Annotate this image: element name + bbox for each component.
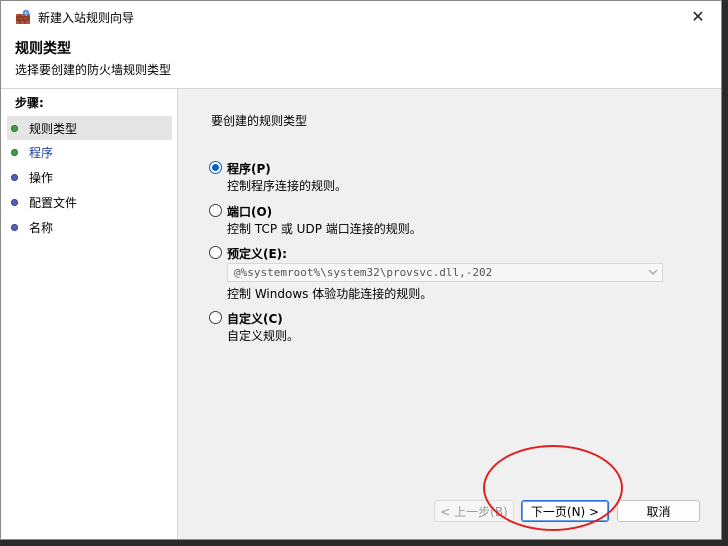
option-description: 控制程序连接的规则。	[227, 179, 348, 193]
step-complete-dot-icon	[11, 124, 18, 132]
next-button[interactable]: 下一页(N) >	[521, 500, 609, 522]
sidebar-item-label: 程序	[29, 145, 54, 160]
page-subtitle: 选择要创建的防火墙规则类型	[15, 63, 172, 77]
sidebar-item-program[interactable]: 程序	[7, 140, 172, 164]
page-title: 规则类型	[15, 41, 71, 57]
sidebar-item-name[interactable]: 名称	[7, 215, 172, 239]
program-radio[interactable]	[209, 161, 222, 174]
wizard-header: 规则类型 选择要创建的防火墙规则类型	[1, 33, 721, 89]
option-description: 控制 TCP 或 UDP 端口连接的规则。	[227, 222, 422, 236]
option-label[interactable]: 自定义(C)	[227, 310, 283, 327]
option-description: 控制 Windows 体验功能连接的规则。	[227, 287, 433, 301]
sidebar-item-label: 配置文件	[29, 195, 78, 210]
wizard-content: 要创建的规则类型 程序(P) 控制程序连接的规则。 端口(O) 控制 TCP 或…	[177, 89, 721, 539]
select-value: @%systemroot%\system32\provsvc.dll,-202	[234, 266, 493, 279]
wizard-window: 新建入站规则向导 ✕ 规则类型 选择要创建的防火墙规则类型 步骤: 规则类型 程…	[0, 0, 722, 540]
step-complete-dot-icon	[11, 148, 18, 156]
option-label[interactable]: 预定义(E):	[227, 245, 287, 262]
predefined-radio[interactable]	[209, 246, 222, 259]
rule-type-question: 要创建的规则类型	[211, 114, 308, 128]
sidebar-item-label: 操作	[29, 170, 54, 185]
step-pending-dot-icon	[11, 198, 18, 206]
back-button[interactable]: < 上一步(B)	[434, 500, 514, 522]
predefined-rule-select[interactable]: @%systemroot%\system32\provsvc.dll,-202	[227, 263, 663, 282]
sidebar-item-label: 名称	[29, 220, 54, 235]
step-pending-dot-icon	[11, 223, 18, 231]
step-pending-dot-icon	[11, 173, 18, 181]
option-label[interactable]: 端口(O)	[227, 203, 272, 220]
firewall-wall-icon	[15, 9, 31, 25]
sidebar-item-profile[interactable]: 配置文件	[7, 190, 172, 214]
cancel-button[interactable]: 取消	[617, 500, 700, 522]
sidebar-item-action[interactable]: 操作	[7, 165, 172, 189]
custom-radio[interactable]	[209, 311, 222, 324]
title-bar[interactable]: 新建入站规则向导 ✕	[1, 1, 721, 33]
option-label[interactable]: 程序(P)	[227, 160, 271, 177]
chevron-down-icon	[648, 265, 658, 282]
steps-sidebar: 步骤: 规则类型 程序 操作 配置文件 名称	[1, 89, 178, 539]
sidebar-item-rule-type[interactable]: 规则类型	[7, 116, 172, 140]
close-button[interactable]: ✕	[675, 1, 721, 31]
steps-heading: 步骤:	[15, 96, 44, 110]
option-description: 自定义规则。	[227, 329, 300, 343]
port-radio[interactable]	[209, 204, 222, 217]
sidebar-item-label: 规则类型	[29, 121, 78, 136]
window-title: 新建入站规则向导	[38, 11, 135, 25]
